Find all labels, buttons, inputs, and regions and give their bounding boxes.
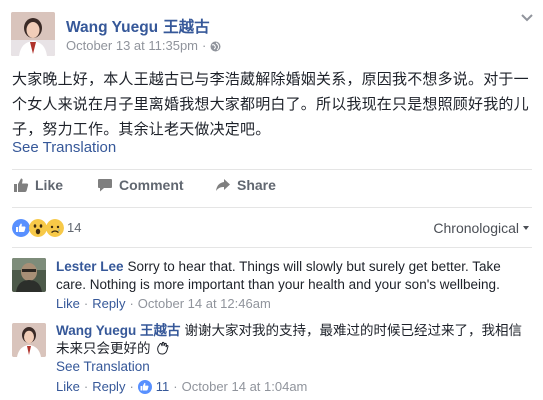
meta-dot: ·	[83, 379, 89, 394]
post-options-chevron-icon[interactable]	[521, 14, 533, 22]
author-avatar[interactable]	[11, 12, 55, 56]
author-name-en[interactable]: Wang Yuegu	[66, 19, 158, 36]
wow-reaction-icon[interactable]	[29, 219, 47, 237]
meta-dot: ·	[129, 296, 134, 311]
meta-dot: ·	[173, 379, 178, 394]
comment-label: Comment	[119, 177, 184, 193]
commenter-avatar[interactable]	[12, 323, 46, 357]
comment-text-line: care. Nothing is more important than you…	[56, 277, 500, 292]
commenter-name-en[interactable]: Wang Yuegu	[56, 323, 136, 338]
post-body-line: 个女人来说在月子里离婚我想大家都明白了。所以我现在只是想照顾好我的儿	[12, 96, 529, 113]
comment-timestamp[interactable]: October 14 at 1:04am	[182, 379, 308, 394]
comment-like-link[interactable]: Like	[56, 296, 80, 311]
see-translation-link[interactable]: See Translation	[12, 139, 116, 156]
divider	[12, 169, 532, 170]
commenter-name[interactable]: Lester Lee	[56, 259, 124, 274]
divider	[12, 207, 532, 208]
comment-button[interactable]: Comment	[97, 177, 184, 193]
post-actions-bar: Like Comment Share	[0, 177, 543, 201]
post-meta: October 13 at 11:35pm ·	[66, 38, 221, 53]
comment-text: Wang Yuegu 王越古 谢谢大家对我的支持，最难过的时候已经过来了，我相信 …	[56, 322, 536, 358]
like-count-badge-icon	[137, 379, 152, 394]
comment-meta: Like · Reply · October 14 at 12:46am	[56, 296, 271, 311]
meta-dot: ·	[129, 379, 134, 394]
comment-reply-link[interactable]: Reply	[92, 296, 125, 311]
meta-dot: ·	[202, 38, 207, 53]
commenter-name-cn[interactable]: 王越古	[140, 323, 181, 338]
comment-item: Wang Yuegu 王越古 谢谢大家对我的支持，最难过的时候已经过来了，我相信 …	[0, 320, 543, 400]
comment-text-line: 谢谢大家对我的支持，最难过的时候已经过来了，我相信	[184, 323, 523, 338]
meta-dot: ·	[83, 296, 89, 311]
comment-meta: Like · Reply · 11 · October 14 at 1:04am	[56, 379, 307, 394]
dropdown-caret-icon	[523, 226, 529, 230]
comment-reply-link[interactable]: Reply	[92, 379, 125, 394]
post-timestamp[interactable]: October 13 at 11:35pm	[66, 38, 198, 53]
like-button[interactable]: Like	[13, 177, 63, 193]
reactions-bar: 14 Chronological	[0, 216, 543, 240]
like-reaction-icon[interactable]	[12, 219, 30, 237]
share-label: Share	[237, 177, 276, 193]
comment-timestamp[interactable]: October 14 at 12:46am	[138, 296, 271, 311]
share-arrow-icon	[216, 179, 230, 191]
commenter-name[interactable]: Wang Yuegu 王越古	[56, 323, 181, 338]
author-name-cn[interactable]: 王越古	[163, 19, 210, 36]
comment-text: Lester Lee Sorry to hear that. Things wil…	[56, 258, 536, 294]
share-button[interactable]: Share	[215, 177, 276, 193]
comment-text-line: 未来只会更好的	[56, 341, 151, 356]
divider	[12, 247, 532, 248]
comment-like-link[interactable]: Like	[56, 379, 80, 394]
sad-reaction-icon[interactable]	[46, 219, 64, 237]
sort-label: Chronological	[433, 220, 519, 236]
comment-likes-count[interactable]: 11	[156, 379, 170, 394]
post-body-line: 大家晚上好，本人王越古已与李浩葳解除婚姻关系，原因我不想多说。对于一	[12, 71, 529, 88]
comment-see-translation-link[interactable]: See Translation	[56, 359, 150, 374]
sort-dropdown[interactable]: Chronological	[433, 220, 529, 236]
waving-hand-emoji-icon	[151, 341, 171, 356]
speech-bubble-icon	[98, 179, 112, 192]
post-header: Wang Yuegu 王越古 October 13 at 11:35pm ·	[0, 0, 543, 62]
like-label: Like	[35, 177, 64, 193]
thumbs-up-icon	[14, 178, 29, 192]
globe-icon	[210, 40, 221, 52]
reaction-count[interactable]: 14	[67, 220, 81, 235]
post-body: 大家晚上好，本人王越古已与李浩葳解除婚姻关系，原因我不想多说。对于一 个女人来说…	[12, 67, 532, 142]
comment-item: Lester Lee Sorry to hear that. Things wil…	[0, 256, 543, 316]
commenter-avatar[interactable]	[12, 258, 46, 292]
post-author-name[interactable]: Wang Yuegu 王越古	[66, 15, 210, 37]
comment-text-line: Sorry to hear that. Things will slowly b…	[127, 259, 501, 274]
